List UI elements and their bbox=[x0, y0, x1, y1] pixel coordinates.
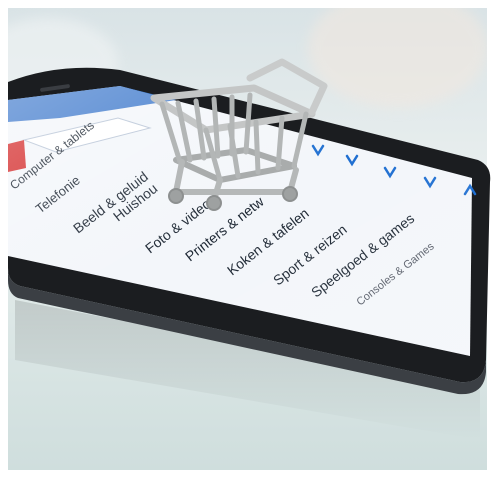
smartphone: Computer & tabletsTelefonieBeeld & gelui… bbox=[7, 58, 491, 440]
